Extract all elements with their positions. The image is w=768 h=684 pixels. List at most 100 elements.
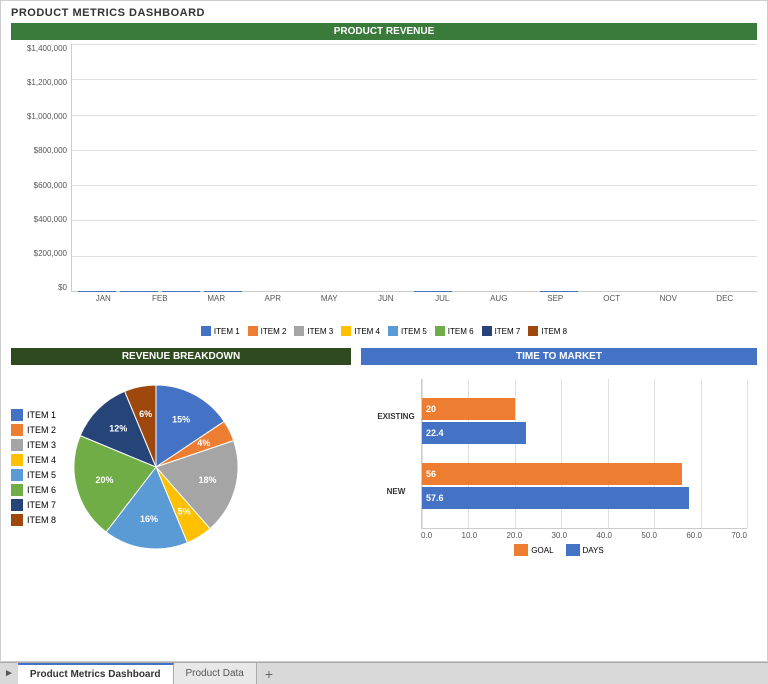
- hbar-chart-title: TIME TO MARKET: [361, 348, 757, 365]
- bar-chart-section: PRODUCT REVENUE $1,400,000 $1,200,000 $1…: [1, 23, 767, 348]
- pie-label-item-5: 16%: [140, 514, 158, 524]
- pie-label-item-7: 12%: [109, 424, 127, 434]
- hbar-fill: 57.6: [422, 487, 689, 509]
- hbar-x-labels: 0.0 10.0 20.0 30.0 40.0 50.0 60.0 70.0: [371, 531, 747, 540]
- y-label-1: $200,000: [34, 249, 67, 258]
- legend-item-item-7: ITEM 7: [482, 326, 521, 336]
- legend-item-item-2: ITEM 2: [248, 326, 287, 336]
- legend-item-item-5: ITEM 5: [388, 326, 427, 336]
- pie-legend-item-4: ITEM 4: [11, 454, 56, 466]
- legend-item-item-8: ITEM 8: [528, 326, 567, 336]
- hbar-y-labels: EXISTING NEW: [371, 379, 421, 529]
- legend-item-item-4: ITEM 4: [341, 326, 380, 336]
- bar-legend: ITEM 1 ITEM 2 ITEM 3 ITEM 4 ITEM 5 ITEM 6 ITEM…: [11, 322, 757, 340]
- hbar-fill: 22.4: [422, 422, 526, 444]
- y-label-5: $1,000,000: [27, 112, 67, 121]
- legend-item-item-1: ITEM 1: [201, 326, 240, 336]
- hbar-xlabel: 30.0: [551, 531, 567, 540]
- hbar-row: 56: [422, 463, 747, 485]
- month-label-oct: OCT: [593, 294, 631, 303]
- main-content: PRODUCT METRICS DASHBOARD PRODUCT REVENU…: [0, 0, 768, 662]
- hbar-value-label: 20: [426, 404, 436, 414]
- hbar-xlabel: 50.0: [641, 531, 657, 540]
- pie-chart-canvas: 15% 4% 18% 5% 16% 20% 12% 6%: [66, 377, 246, 557]
- hbar-xlabel: 70.0: [731, 531, 747, 540]
- hbar-bars-area: 20 22.4 56 57.6: [421, 379, 747, 529]
- y-label-0: $0: [58, 283, 67, 292]
- month-label-dec: DEC: [706, 294, 744, 303]
- tab-bar: ► Product Metrics Dashboard Product Data…: [0, 662, 768, 684]
- tab-add-button[interactable]: +: [257, 666, 281, 682]
- hbar-group-new: 56 57.6: [422, 463, 747, 509]
- y-label-6: $1,200,000: [27, 78, 67, 87]
- pie-legend-item-6: ITEM 6: [11, 484, 56, 496]
- y-label-3: $600,000: [34, 181, 67, 190]
- bar-chart-area: [71, 44, 757, 292]
- hbar-xlabel: 60.0: [686, 531, 702, 540]
- hbar-groups: 20 22.4 56 57.6: [422, 379, 747, 528]
- hbar-row: 57.6: [422, 487, 747, 509]
- month-label-sep: SEP: [536, 294, 574, 303]
- pie-label-item-4: 5%: [178, 507, 191, 517]
- pie-legend-item-2: ITEM 2: [11, 424, 56, 436]
- hbar-value-label: 57.6: [426, 493, 444, 503]
- month-label-jul: JUL: [423, 294, 461, 303]
- hbar-fill: 20: [422, 398, 515, 420]
- pie-label-item-2: 4%: [197, 438, 210, 448]
- legend-item-item-3: ITEM 3: [294, 326, 333, 336]
- bar-chart-title: PRODUCT REVENUE: [11, 23, 757, 40]
- y-label-2: $400,000: [34, 215, 67, 224]
- pie-chart-section: REVENUE BREAKDOWN ITEM 1ITEM 2ITEM 3ITEM…: [11, 348, 351, 566]
- hbar-value-label: 22.4: [426, 428, 444, 438]
- hbar-y-existing: EXISTING: [371, 412, 421, 421]
- hbar-legend-item-days: DAYS: [566, 544, 604, 556]
- pie-label-item-8: 6%: [139, 409, 152, 419]
- pie-legend-item-5: ITEM 5: [11, 469, 56, 481]
- hbar-legend-item-goal: GOAL: [514, 544, 553, 556]
- tab-product-metrics-dashboard[interactable]: Product Metrics Dashboard: [18, 663, 174, 684]
- month-label-mar: MAR: [197, 294, 235, 303]
- pie-label-item-3: 18%: [198, 475, 216, 485]
- hbar-xlabel: 0.0: [421, 531, 432, 540]
- y-label-7: $1,400,000: [27, 44, 67, 53]
- month-label-nov: NOV: [649, 294, 687, 303]
- hbar-legend: GOAL DAYS: [371, 544, 747, 556]
- month-label-aug: AUG: [480, 294, 518, 303]
- hbar-xlabel: 10.0: [462, 531, 478, 540]
- hbar-xlabel: 40.0: [596, 531, 612, 540]
- pie-legend-item-8: ITEM 8: [11, 514, 56, 526]
- pie-label-item-6: 20%: [96, 475, 114, 485]
- month-label-may: MAY: [310, 294, 348, 303]
- hbar-row: 22.4: [422, 422, 747, 444]
- pie-legend-item-1: ITEM 1: [11, 409, 56, 421]
- month-labels: JAN FEB MAR APR MAY JUN JUL AUG SEP OCT NOV DEC: [71, 294, 757, 303]
- pie-legend: ITEM 1 ITEM 2 ITEM 3 ITEM 4 ITEM 5 ITEM 6 ITEM…: [11, 409, 56, 526]
- pie-chart-title: REVENUE BREAKDOWN: [11, 348, 351, 365]
- page-title: PRODUCT METRICS DASHBOARD: [1, 1, 767, 23]
- bars-container: [72, 44, 757, 291]
- hbar-row: 20: [422, 398, 747, 420]
- pie-label-item-1: 15%: [172, 414, 190, 424]
- pie-svg: 15% 4% 18% 5% 16% 20% 12% 6%: [66, 377, 246, 557]
- month-label-apr: APR: [254, 294, 292, 303]
- tab-product-data[interactable]: Product Data: [174, 663, 257, 684]
- month-label-jun: JUN: [367, 294, 405, 303]
- y-axis: $1,400,000 $1,200,000 $1,000,000 $800,00…: [11, 44, 71, 292]
- legend-item-item-6: ITEM 6: [435, 326, 474, 336]
- hbar-group-existing: 20 22.4: [422, 398, 747, 444]
- tab-prev-arrow[interactable]: ►: [0, 668, 18, 679]
- pie-section: ITEM 1 ITEM 2 ITEM 3 ITEM 4 ITEM 5 ITEM 6 ITEM…: [11, 369, 351, 565]
- hbar-chart-area: EXISTING NEW 20 22.4 56 57.6 0.0 10.0 20.0 30.…: [361, 369, 757, 566]
- hbar-xlabel: 20.0: [506, 531, 522, 540]
- month-label-feb: FEB: [141, 294, 179, 303]
- hbar-fill: 56: [422, 463, 682, 485]
- hbar-value-label: 56: [426, 469, 436, 479]
- pie-legend-item-7: ITEM 7: [11, 499, 56, 511]
- month-label-jan: JAN: [84, 294, 122, 303]
- y-label-4: $800,000: [34, 146, 67, 155]
- hbar-y-new: NEW: [371, 487, 421, 496]
- hbar-main: EXISTING NEW 20 22.4 56 57.6: [371, 379, 747, 529]
- hbar-chart-section: TIME TO MARKET EXISTING NEW 20 22.4 56 57.6: [361, 348, 757, 566]
- pie-legend-item-3: ITEM 3: [11, 439, 56, 451]
- bottom-section: REVENUE BREAKDOWN ITEM 1ITEM 2ITEM 3ITEM…: [1, 348, 767, 570]
